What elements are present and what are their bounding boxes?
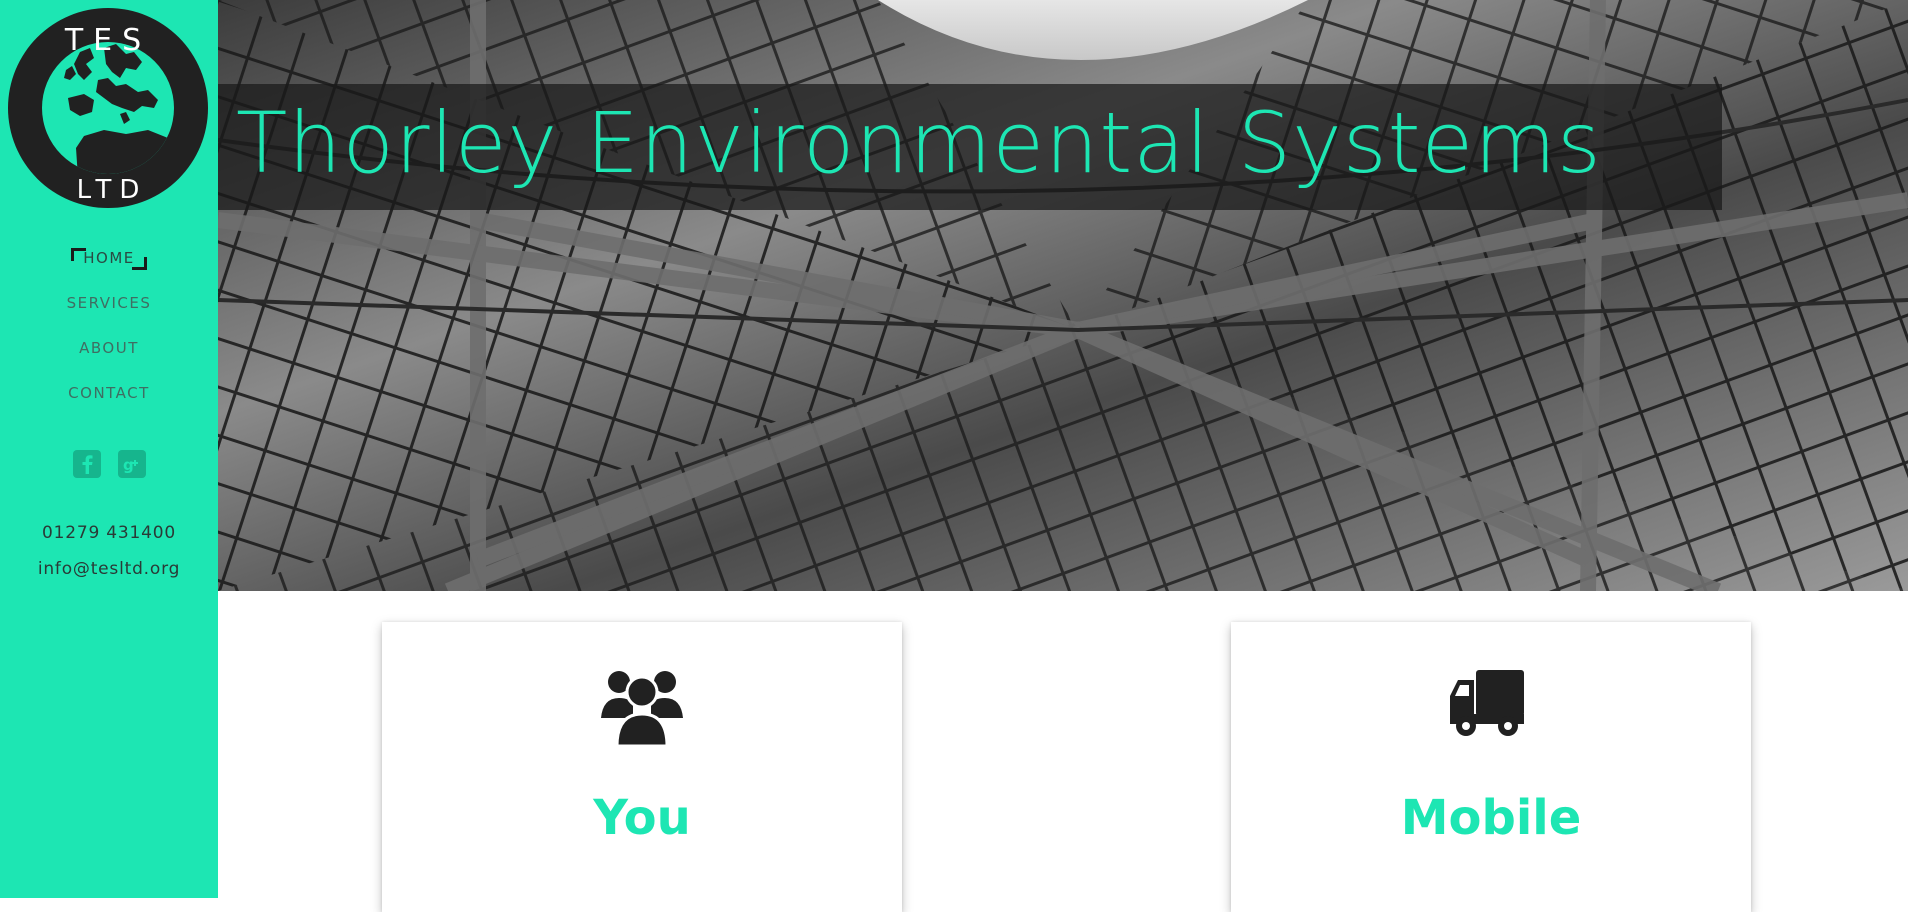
- svg-text:g: g: [123, 456, 134, 474]
- logo-top-text: TES: [64, 23, 151, 58]
- site-title: Thorley Environmental Systems: [236, 94, 1602, 192]
- card-title: Mobile: [1400, 790, 1582, 846]
- truck-icon: [1450, 670, 1524, 736]
- sidebar: TES LTD HOME SERVICES ABOUT CONTACT g 01…: [0, 0, 218, 898]
- google-plus-icon: g: [123, 456, 138, 474]
- nav-item-label: CONTACT: [68, 384, 150, 402]
- card-title: You: [593, 790, 691, 846]
- main-nav: HOME SERVICES ABOUT CONTACT: [0, 240, 218, 420]
- nav-item-label: HOME: [73, 249, 145, 267]
- nav-item-services[interactable]: SERVICES: [0, 285, 218, 330]
- feature-card-you[interactable]: You: [382, 622, 902, 912]
- logo-bottom-text: LTD: [77, 175, 148, 205]
- nav-item-home[interactable]: HOME: [0, 240, 218, 285]
- nav-item-contact[interactable]: CONTACT: [0, 375, 218, 420]
- users-icon: [601, 671, 683, 748]
- company-logo[interactable]: TES LTD: [8, 8, 208, 208]
- facebook-icon: [82, 455, 92, 474]
- facebook-link[interactable]: [72, 450, 101, 478]
- google-plus-link[interactable]: g: [117, 450, 146, 478]
- email-address[interactable]: info@tesltd.org: [0, 559, 218, 579]
- phone-number[interactable]: 01279 431400: [0, 523, 218, 543]
- nav-item-label: ABOUT: [79, 339, 139, 357]
- card-icon-wrap: [382, 660, 902, 750]
- nav-item-about[interactable]: ABOUT: [0, 330, 218, 375]
- social-links: g: [0, 450, 218, 478]
- card-icon-wrap: [1231, 660, 1751, 750]
- feature-card-mobile[interactable]: Mobile: [1231, 622, 1751, 912]
- hero-banner: Thorley Environmental Systems: [218, 0, 1908, 591]
- nav-item-label: SERVICES: [66, 294, 152, 312]
- globe-logo-icon: TES LTD: [42, 23, 174, 205]
